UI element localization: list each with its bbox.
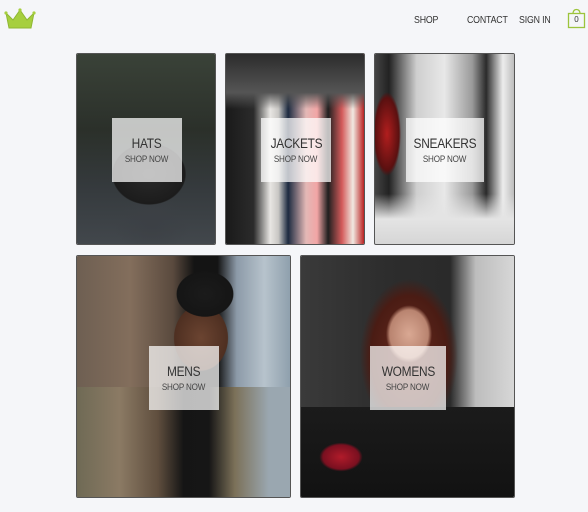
category-tile-jackets[interactable]: JACKETS SHOP NOW xyxy=(225,53,365,245)
category-tile-sneakers[interactable]: SNEAKERS SHOP NOW xyxy=(374,53,515,245)
clothing-rack xyxy=(226,54,364,109)
category-tile-mens[interactable]: MENS SHOP NOW xyxy=(76,255,291,498)
shop-now-label: SHOP NOW xyxy=(274,154,318,165)
crown-icon[interactable] xyxy=(4,7,36,31)
header: SHOP CONTACT SIGN IN 0 xyxy=(0,0,588,40)
category-overlay[interactable]: JACKETS SHOP NOW xyxy=(261,118,331,182)
category-overlay[interactable]: HATS SHOP NOW xyxy=(112,118,182,182)
sneakers-shelf xyxy=(375,194,514,244)
category-overlay[interactable]: SNEAKERS SHOP NOW xyxy=(406,118,484,182)
shop-now-label: SHOP NOW xyxy=(423,154,467,165)
category-title: MENS xyxy=(167,363,201,379)
category-overlay[interactable]: WOMENS SHOP NOW xyxy=(370,346,446,410)
shop-now-label: SHOP NOW xyxy=(386,382,430,393)
shop-now-label: SHOP NOW xyxy=(125,154,169,165)
cart-button[interactable]: 0 xyxy=(567,8,586,29)
category-title: JACKETS xyxy=(270,135,322,151)
nav-contact-link[interactable]: CONTACT xyxy=(467,15,508,26)
category-title: SNEAKERS xyxy=(413,135,477,151)
category-overlay[interactable]: MENS SHOP NOW xyxy=(149,346,219,410)
category-tile-hats[interactable]: HATS SHOP NOW xyxy=(76,53,216,245)
womens-outfit xyxy=(301,407,514,497)
category-title: WOMENS xyxy=(381,363,435,379)
nav-shop-link[interactable]: SHOP xyxy=(414,15,438,26)
category-title: HATS xyxy=(132,135,162,151)
nav-sign-in-link[interactable]: SIGN IN xyxy=(519,15,551,26)
shop-now-label: SHOP NOW xyxy=(162,382,206,393)
cart-count: 0 xyxy=(574,15,579,24)
category-tile-womens[interactable]: WOMENS SHOP NOW xyxy=(300,255,515,498)
